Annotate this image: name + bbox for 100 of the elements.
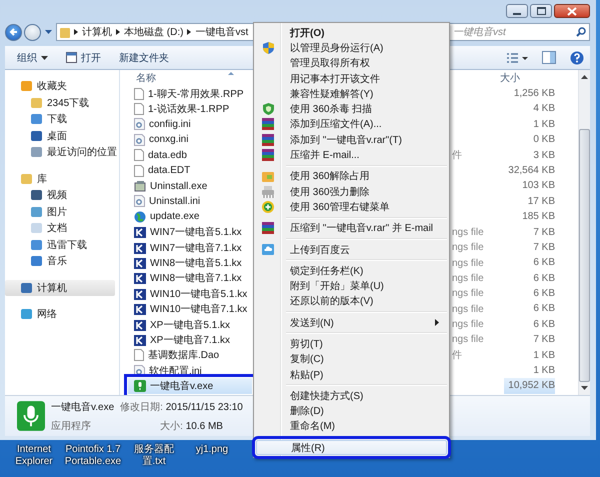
file-type: 件: [452, 350, 462, 362]
file-name[interactable]: Uninstall.exe: [150, 180, 208, 192]
back-button[interactable]: [5, 24, 22, 40]
breadcrumb[interactable]: 计算机: [82, 25, 112, 39]
menu-item[interactable]: 粘贴(P): [256, 366, 447, 382]
dropdown-arrow-icon[interactable]: [45, 30, 52, 34]
settings-file-icon: [134, 134, 145, 146]
column-header[interactable]: 大小: [500, 71, 560, 85]
file-name[interactable]: data.edb: [148, 150, 187, 161]
file-type: 件: [452, 150, 462, 162]
scroll-up-icon[interactable]: [581, 75, 588, 79]
kx-file-icon: [134, 257, 146, 269]
forward-button[interactable]: [24, 24, 41, 40]
menu-item[interactable]: 剪切(T): [256, 336, 447, 352]
sidebar-item[interactable]: 视频: [5, 187, 119, 204]
sidebar-item[interactable]: 库: [5, 170, 119, 187]
file-size: 7 KB: [532, 226, 555, 240]
file-name[interactable]: WIN7一键电音7.1.kx: [150, 240, 242, 255]
menu-item[interactable]: 发送到(N): [256, 315, 447, 330]
close-icon: [567, 6, 577, 16]
sidebar-label: 音乐: [47, 254, 67, 268]
menu-item[interactable]: 用记事本打开该文件: [256, 70, 447, 86]
menu-item[interactable]: 上传到百度云: [256, 242, 447, 258]
organize-menu[interactable]: 组织: [11, 48, 54, 66]
menu-item[interactable]: 管理员取得所有权: [256, 56, 447, 71]
menu-item[interactable]: 复制(C): [256, 352, 447, 367]
file-name[interactable]: data.EDT: [148, 165, 190, 176]
menu-item[interactable]: 压缩到 "一键电音v.rar" 并 E-mail: [256, 220, 447, 236]
scrollbar[interactable]: [578, 70, 590, 395]
menu-item[interactable]: 附到「开始」菜单(U): [256, 278, 447, 294]
submenu-arrow-icon: [435, 319, 439, 326]
help-icon[interactable]: [570, 50, 584, 64]
search-field[interactable]: 一键电音vst: [448, 23, 590, 41]
desktop-icon-label[interactable]: yj1.png: [190, 444, 234, 456]
kx-file-icon: [134, 288, 146, 300]
sidebar-item[interactable]: 下载: [5, 111, 119, 128]
preview-pane-icon[interactable]: [542, 51, 556, 64]
menu-item[interactable]: 使用 360杀毒 扫描: [256, 101, 447, 117]
minimize-button[interactable]: [506, 4, 528, 18]
menu-item[interactable]: 兼容性疑难解答(Y): [256, 86, 447, 102]
menu-item[interactable]: 使用 360强力删除: [256, 184, 447, 200]
breadcrumb[interactable]: 一键电音vst: [195, 25, 248, 39]
new-folder-button[interactable]: 新建文件夹: [113, 48, 175, 66]
file-name[interactable]: WIN8一键电音5.1.kx: [150, 256, 242, 270]
menu-item[interactable]: 删除(D): [256, 404, 447, 419]
back-arrow-icon: [8, 27, 18, 37]
file-name[interactable]: WIN10一键电音7.1.kx: [150, 302, 248, 316]
file-name[interactable]: WIN10一键电音5.1.kx: [150, 286, 248, 301]
open-button[interactable]: 打开: [60, 48, 107, 66]
sidebar-item[interactable]: 网络: [5, 306, 119, 322]
menu-item[interactable]: 打开(O): [256, 25, 447, 40]
column-header[interactable]: 名称: [128, 71, 228, 85]
file-name[interactable]: 1-说话效果-1.RPP: [148, 102, 230, 116]
blank-file-icon: [134, 349, 144, 362]
file-name[interactable]: 基调数据库.Dao: [148, 348, 220, 362]
sidebar-label: 图片: [47, 206, 67, 219]
menu-item[interactable]: 以管理员身份运行(A): [256, 40, 447, 56]
file-name[interactable]: confiig.ini: [149, 118, 191, 130]
close-button[interactable]: [554, 4, 590, 18]
menu-item[interactable]: 还原以前的版本(V): [256, 294, 447, 310]
sidebar-item[interactable]: 桌面: [5, 128, 119, 144]
sidebar-item[interactable]: 最近访问的位置: [5, 144, 119, 160]
file-size: 6 KB: [532, 287, 555, 302]
menu-item[interactable]: 锁定到任务栏(K): [256, 263, 447, 278]
desktop-icon-label[interactable]: 服务器配置.txt: [124, 444, 184, 468]
sidebar-item[interactable]: 收藏夹: [5, 78, 119, 94]
sidebar-item[interactable]: 2345下载: [5, 94, 119, 111]
sidebar-item[interactable]: 图片: [5, 204, 119, 220]
menu-item[interactable]: 使用 360管理右键菜单: [256, 199, 447, 215]
file-name[interactable]: update.exe: [150, 211, 200, 222]
file-name[interactable]: 1-聊天-常用效果.RPP: [148, 86, 244, 101]
menu-item[interactable]: 添加到压缩文件(A)...: [256, 116, 447, 132]
kx-file-icon: [134, 242, 146, 254]
file-name[interactable]: XP一键电音5.1.kx: [150, 318, 230, 332]
file-name[interactable]: WIN8一键电音7.1.kx: [150, 271, 242, 286]
menu-item[interactable]: 创建快捷方式(S): [256, 388, 447, 404]
sidebar-item[interactable]: 迅雷下载: [5, 236, 119, 253]
view-options-icon[interactable]: [506, 52, 528, 64]
breadcrumb[interactable]: 本地磁盘 (D:): [124, 25, 184, 39]
shield-icon: [262, 42, 274, 54]
menu-item[interactable]: 重命名(M): [256, 418, 447, 434]
desktop-icon-label[interactable]: Pointofix 1.7 Portable.exe: [62, 444, 124, 468]
menu-item[interactable]: 压缩并 E-mail...: [256, 147, 447, 163]
sort-arrow-icon: [228, 72, 234, 74]
file-name[interactable]: conxg.ini: [149, 134, 188, 146]
details-value: 2015/11/15 23:10: [166, 402, 243, 412]
desktop-icon-label[interactable]: Internet Explorer: [12, 444, 56, 468]
maximize-button[interactable]: [530, 4, 552, 18]
details-value: 10.6 MB: [186, 420, 223, 432]
file-name[interactable]: Uninstall.ini: [149, 196, 200, 207]
file-size: 10,952 KB: [504, 378, 555, 394]
sidebar-item[interactable]: 音乐: [5, 253, 119, 270]
scroll-down-icon[interactable]: [581, 386, 588, 390]
file-name[interactable]: XP一键电音7.1.kx: [150, 332, 230, 347]
menu-item[interactable]: 使用 360解除占用: [256, 168, 447, 184]
file-size: 1 KB: [532, 364, 555, 378]
menu-item[interactable]: 添加到 "一键电音v.rar"(T): [256, 132, 447, 148]
file-name[interactable]: WIN7一键电音5.1.kx: [150, 225, 242, 240]
sidebar-item[interactable]: 计算机: [5, 280, 115, 296]
sidebar-item[interactable]: 文档: [5, 220, 119, 236]
